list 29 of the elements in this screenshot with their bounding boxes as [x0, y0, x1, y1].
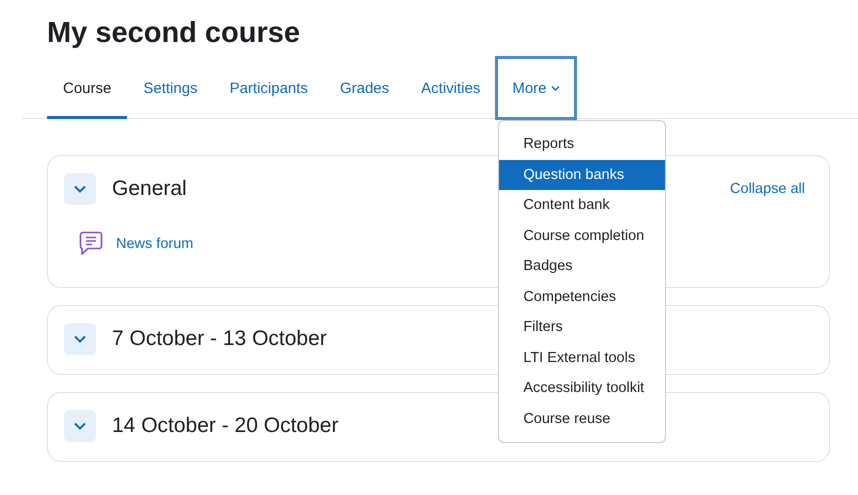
collapse-all-link[interactable]: Collapse all [730, 181, 805, 197]
menu-item[interactable]: LTI External tools [499, 342, 666, 373]
nav-tab[interactable]: Grades [324, 57, 406, 119]
menu-item[interactable]: Badges [499, 251, 666, 282]
chevron-icon [74, 185, 86, 193]
section-title: 14 October - 20 October [112, 414, 338, 438]
menu-item[interactable]: Competencies [499, 282, 666, 312]
menu-item[interactable]: Reports [499, 129, 666, 160]
menu-item[interactable]: Course reuse [499, 404, 666, 434]
menu-item[interactable]: Question banks [499, 160, 666, 190]
collapse-toggle[interactable] [64, 323, 96, 355]
section-title: 7 October - 13 October [112, 327, 327, 351]
menu-item[interactable]: Accessibility toolkit [499, 373, 666, 404]
forum-icon [79, 231, 103, 256]
nav-tab[interactable]: Activities [405, 57, 496, 119]
page-title: My second course [46, 16, 302, 51]
activity-link[interactable]: News forum [116, 236, 194, 252]
nav-tab[interactable]: More [496, 57, 576, 119]
menu-item[interactable]: Course completion [499, 220, 666, 251]
collapse-toggle[interactable] [64, 173, 96, 205]
nav-tab[interactable]: Settings [127, 57, 214, 119]
collapse-toggle[interactable] [64, 410, 96, 442]
nav-tab[interactable]: Participants [214, 57, 324, 119]
chevron-icon [74, 422, 86, 430]
section-title: General [112, 177, 187, 201]
chevron-icon [74, 335, 86, 343]
nav-tab[interactable]: Course [47, 57, 128, 119]
menu-item[interactable]: Content bank [499, 190, 666, 220]
menu-item[interactable]: Filters [499, 312, 666, 342]
